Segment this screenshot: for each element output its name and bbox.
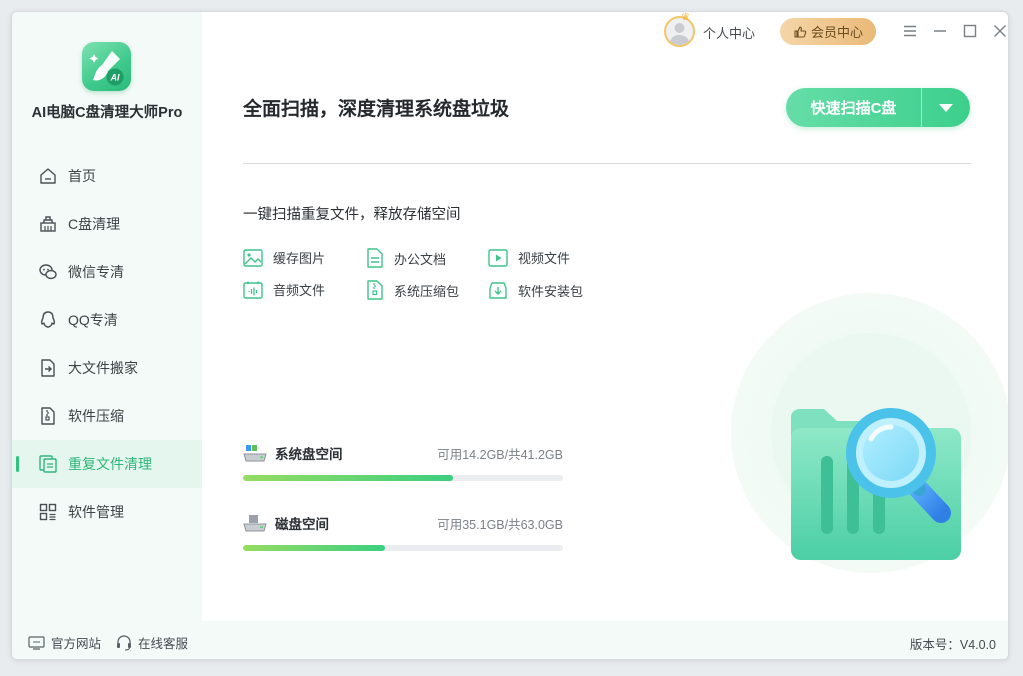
file-type-label: 缓存图片 [273,251,326,266]
disk-usage: 磁盘空间 可用35.1GB/共63.0GB [243,513,563,551]
file-type-system-archives: 系统压缩包 [366,280,459,300]
sidebar-item-label: 大文件搬家 [68,360,138,376]
sidebar-item-label: C盘清理 [68,216,121,232]
page-title: 全面扫描，深度清理系统盘垃圾 [243,99,510,120]
home-icon [40,168,56,184]
image-icon [243,248,263,267]
menu-icon[interactable] [901,22,919,40]
sidebar-nav: 首页 C盘清理 微信专清 QQ专清 大文件搬家 软件压缩 重复文件清理 软件管理 [12,152,202,536]
sidebar-item-move-large-files[interactable]: 大文件搬家 [12,344,202,392]
sidebar-item-label: QQ专清 [68,312,118,328]
sidebar-item-label: 首页 [68,168,96,184]
caret-down-icon [939,103,953,112]
sidebar-item-wechat[interactable]: 微信专清 [12,248,202,296]
disk-usage-fill [243,545,385,551]
vip-center-label: 会员中心 [810,25,863,40]
disk-info: 可用35.1GB/共63.0GB [437,517,563,532]
audio-icon [243,281,263,299]
sidebar-item-software-manage[interactable]: 软件管理 [12,488,202,536]
vip-thumb-icon [794,25,807,38]
file-type-label: 视频文件 [518,251,571,266]
apps-icon [39,503,57,521]
disk-name: 系统盘空间 [275,447,343,462]
folder-search-illustration [731,293,1008,573]
sidebar-item-software-compress[interactable]: 软件压缩 [12,392,202,440]
logo-text: AI [110,73,120,83]
sidebar-item-home[interactable]: 首页 [12,152,202,200]
online-support-label: 在线客服 [138,637,189,651]
file-type-cached-images: 缓存图片 [243,248,325,267]
video-icon [488,248,508,267]
disk-usage-bar [243,475,563,481]
official-website-link[interactable]: 官方网站 [28,633,101,652]
broom-icon [40,216,56,232]
disk-usage-fill [243,475,453,481]
sidebar-item-label: 软件压缩 [68,408,124,424]
system-disk-icon [243,445,267,462]
sidebar-item-qq[interactable]: QQ专清 [12,296,202,344]
quick-scan-button[interactable]: 快速扫描C盘 [786,88,921,127]
maximize-icon[interactable] [961,22,979,40]
wechat-icon [39,264,57,280]
file-type-label: 音频文件 [273,283,326,298]
sidebar-item-duplicate-clean[interactable]: 重复文件清理 [12,440,202,488]
file-type-label: 系统压缩包 [394,283,460,299]
app-name: AI电脑C盘清理大师Pro [31,105,183,121]
document-icon [367,248,383,268]
avatar[interactable] [664,16,695,47]
file-type-audio: 音频文件 [243,280,325,299]
close-icon[interactable] [991,22,1009,40]
app-window: AI AI电脑C盘清理大师Pro 首页 C盘清理 微信专清 QQ专清 大文件搬家… [11,11,1009,660]
user-center-link[interactable]: 个人中心 [703,23,755,42]
divider [243,163,971,164]
section-subtitle: 一键扫描重复文件，释放存储空间 [243,207,461,223]
sidebar-item-c-clean[interactable]: C盘清理 [12,200,202,248]
archive-icon [367,280,383,300]
headset-icon [117,634,131,651]
installer-icon [489,282,507,299]
footer: 官方网站 在线客服 版本号：V4.0.0 [12,621,1008,659]
disk-info: 可用14.2GB/共41.2GB [437,447,563,462]
monitor-icon [28,635,45,650]
move-file-icon [41,359,55,377]
version-label: 版本号：V4.0.0 [909,638,996,652]
zip-icon [41,407,55,425]
file-type-office-docs: 办公文档 [366,248,446,268]
file-type-video: 视频文件 [488,248,570,267]
sidebar: AI AI电脑C盘清理大师Pro 首页 C盘清理 微信专清 QQ专清 大文件搬家… [12,12,202,621]
file-type-label: 软件安装包 [518,283,584,299]
sidebar-item-label: 微信专清 [68,264,124,280]
duplicate-file-icon [39,455,57,473]
system-disk-usage: 系统盘空间 可用14.2GB/共41.2GB [243,443,563,481]
qq-icon [40,311,56,328]
vip-center-button[interactable]: 会员中心 [780,18,876,45]
official-website-label: 官方网站 [51,637,102,651]
disk-usage-bar [243,545,563,551]
minimize-icon[interactable] [931,22,949,40]
file-type-installers: 软件安装包 [488,280,583,300]
disk-name: 磁盘空间 [275,517,329,532]
disk-icon [243,515,267,532]
sidebar-item-label: 重复文件清理 [68,456,152,472]
sidebar-item-label: 软件管理 [68,504,124,520]
quick-scan-button-group: 快速扫描C盘 [786,88,970,127]
app-logo: AI [82,42,131,91]
scan-dropdown-button[interactable] [922,88,970,127]
online-support-link[interactable]: 在线客服 [116,633,188,652]
title-bar: ♛ 个人中心 会员中心 [202,12,1008,52]
file-type-label: 办公文档 [394,251,447,267]
crown-icon: ♛ [681,12,690,23]
